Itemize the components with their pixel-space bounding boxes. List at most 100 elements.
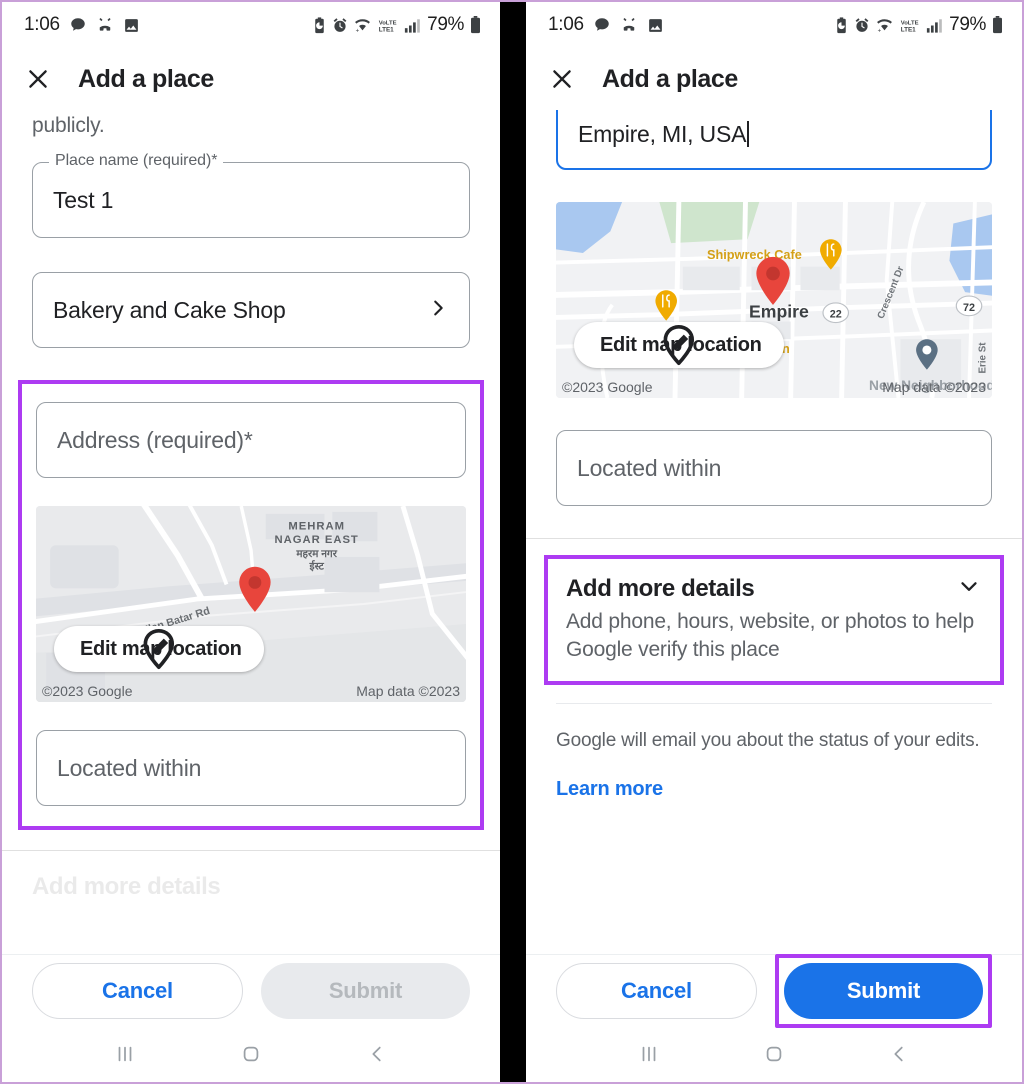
learn-more-link[interactable]: Learn more — [556, 778, 663, 801]
submit-button-wrap: Submit — [261, 962, 470, 1019]
chat-bubble-icon — [69, 16, 87, 34]
edit-map-location-button[interactable]: Edit map location — [54, 626, 264, 672]
add-more-details-clipped[interactable]: Add more details — [32, 873, 470, 901]
svg-text:+: + — [878, 28, 882, 34]
edit-map-location-button[interactable]: Edit map location — [574, 322, 784, 368]
place-name-field[interactable]: Place name (required)* Test 1 — [32, 152, 470, 238]
chat-bubble-icon — [593, 16, 611, 34]
image-icon — [123, 17, 140, 34]
svg-text:Erie St: Erie St — [978, 342, 989, 374]
back-icon[interactable] — [347, 1034, 407, 1074]
signal-bars-icon — [404, 17, 420, 34]
located-within-field[interactable]: Located within — [36, 730, 466, 806]
svg-text:MEHRAM: MEHRAM — [288, 521, 345, 533]
status-time: 1:06 — [548, 14, 584, 35]
app-header: Add a place — [2, 48, 500, 110]
add-more-details-section[interactable]: Add more details Add phone, hours, websi… — [544, 555, 1004, 685]
footer-rule — [556, 702, 992, 704]
alarm-icon — [854, 17, 870, 34]
place-name-value: Test 1 — [53, 186, 114, 213]
status-bar: 1:06 + VoLTE LTE1 79% — [2, 2, 500, 48]
home-icon[interactable] — [221, 1034, 281, 1074]
app-header: Add a place — [526, 48, 1022, 110]
panel-divider — [500, 2, 526, 1082]
right-action-bar: Cancel Submit — [526, 953, 1022, 1028]
located-within-field[interactable]: Located within — [556, 430, 992, 506]
wifi-icon: + — [353, 17, 372, 34]
located-within-placeholder: Located within — [57, 754, 202, 781]
left-form-body: publicly. Place name (required)* Test 1 … — [2, 110, 500, 954]
map-graphic: Ulan Batar Rd MEHRAM NAGAR EAST महरम नगर… — [36, 506, 466, 702]
svg-text:महरम नगर: महरम नगर — [295, 549, 337, 560]
route-shield-72: 72 — [955, 295, 983, 317]
svg-text:NAGAR EAST: NAGAR EAST — [275, 534, 359, 546]
battery-percent: 79% — [949, 14, 986, 35]
lead-text: publicly. — [32, 114, 105, 137]
submit-button[interactable]: Submit — [784, 962, 983, 1019]
svg-text:Shipwreck Cafe: Shipwreck Cafe — [707, 247, 802, 262]
status-bar-right: + VoLTE LTE1 79% — [834, 14, 1004, 36]
map-attribution-left: ©2023 Google — [42, 683, 133, 699]
status-bar-right: + VoLTE LTE1 79% — [312, 14, 482, 36]
home-icon[interactable] — [744, 1034, 804, 1074]
battery-saver-icon — [834, 16, 849, 34]
svg-text:LTE1: LTE1 — [901, 26, 916, 33]
close-icon[interactable] — [24, 65, 52, 93]
battery-saver-icon — [312, 16, 327, 34]
volte-lte-icon: VoLTE LTE1 — [377, 17, 399, 34]
chevron-right-icon — [427, 297, 449, 324]
alarm-icon — [332, 17, 348, 34]
address-field[interactable]: Empire, MI, USA — [556, 110, 992, 170]
close-icon[interactable] — [548, 65, 576, 93]
left-action-bar: Cancel Submit — [2, 954, 500, 1026]
svg-text:LTE1: LTE1 — [379, 26, 394, 33]
category-value: Bakery and Cake Shop — [53, 296, 286, 323]
place-name-label: Place name (required)* — [49, 152, 224, 170]
svg-text:72: 72 — [963, 302, 975, 314]
section-divider — [526, 538, 1022, 539]
signal-bars-icon — [926, 17, 942, 34]
chevron-down-icon[interactable] — [956, 573, 982, 604]
missed-call-icon — [620, 16, 638, 34]
address-field[interactable]: Address (required)* — [36, 402, 466, 478]
map-attribution-right: Map data ©2023 — [882, 379, 986, 395]
recents-icon[interactable] — [619, 1034, 679, 1074]
svg-text:Empire: Empire — [749, 302, 809, 322]
svg-text:22: 22 — [830, 309, 842, 321]
map-preview[interactable]: Crescent Dr Erie St Shipwreck Cafe Joe's… — [556, 202, 992, 398]
wifi-icon: + — [875, 17, 894, 34]
map-graphic: Crescent Dr Erie St Shipwreck Cafe Joe's… — [556, 202, 992, 398]
battery-icon — [469, 16, 482, 34]
address-placeholder: Address (required)* — [57, 426, 253, 453]
section-divider — [2, 850, 500, 851]
battery-percent: 79% — [427, 14, 464, 35]
email-status-note: Google will email you about the status o… — [556, 729, 980, 751]
dual-screenshot-frame: 1:06 + VoLTE LTE1 79% Add a place public… — [0, 0, 1024, 1084]
add-more-details-header[interactable]: Add more details — [566, 573, 982, 604]
recents-icon[interactable] — [95, 1034, 155, 1074]
located-within-placeholder: Located within — [577, 454, 722, 481]
battery-icon — [991, 16, 1004, 34]
submit-button[interactable]: Submit — [261, 962, 470, 1019]
status-bar-left: 1:06 — [24, 14, 140, 36]
android-nav-bar — [2, 1026, 500, 1082]
status-time: 1:06 — [24, 14, 60, 35]
android-nav-bar — [526, 1026, 1022, 1082]
image-icon — [647, 17, 664, 34]
category-select[interactable]: Bakery and Cake Shop — [32, 272, 470, 348]
missed-call-icon — [96, 16, 114, 34]
text-caret — [747, 121, 750, 147]
left-phone-screen: 1:06 + VoLTE LTE1 79% Add a place public… — [2, 2, 500, 1082]
back-icon[interactable] — [869, 1034, 929, 1074]
status-bar: 1:06 + VoLTE LTE1 79% — [526, 2, 1022, 48]
right-phone-screen: 1:06 + VoLTE LTE1 79% Add a place Empire… — [526, 2, 1022, 1082]
address-value: Empire, MI, USA — [578, 120, 747, 147]
cancel-button[interactable]: Cancel — [32, 962, 243, 1019]
status-bar-left: 1:06 — [548, 14, 664, 36]
volte-lte-icon: VoLTE LTE1 — [899, 17, 921, 34]
map-preview[interactable]: Ulan Batar Rd MEHRAM NAGAR EAST महरम नगर… — [36, 506, 466, 702]
route-shield-22: 22 — [822, 302, 850, 324]
right-form-body: Empire, MI, USA Crescent Dr Erie St Ship… — [526, 110, 1022, 954]
map-attribution-right: Map data ©2023 — [356, 683, 460, 699]
cancel-button[interactable]: Cancel — [556, 962, 757, 1019]
